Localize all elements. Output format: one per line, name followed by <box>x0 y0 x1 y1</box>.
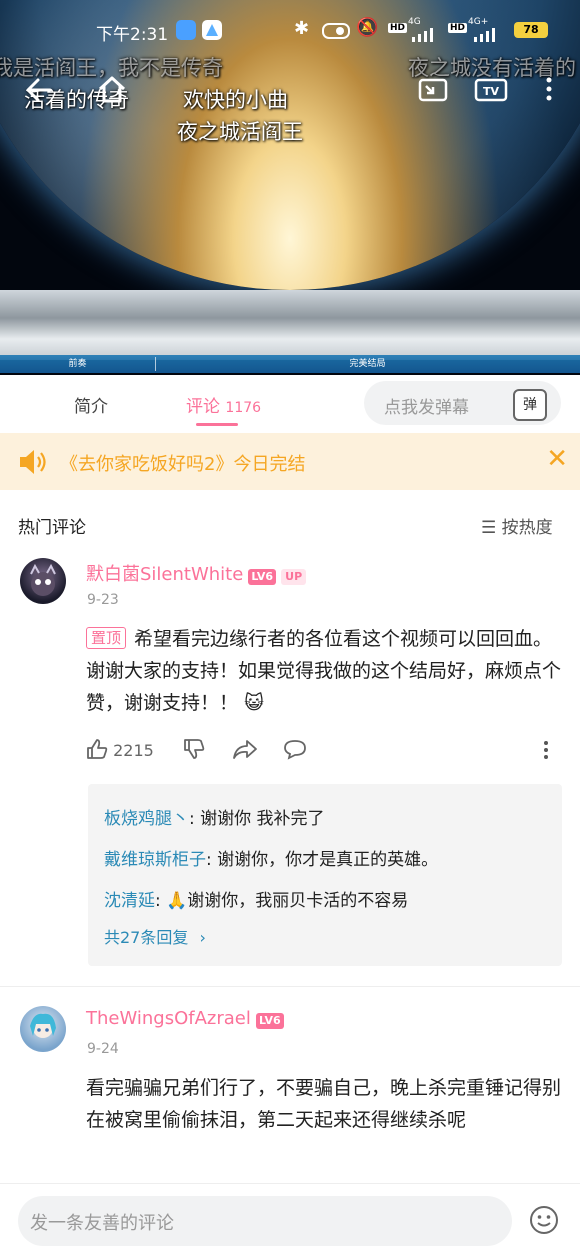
chevron-right-icon: › <box>199 928 206 947</box>
danmaku-input[interactable]: 点我发弹幕 弹 <box>364 381 561 425</box>
dislike-button[interactable] <box>183 738 205 764</box>
content-tabs: 简介 评论 1176 点我发弹幕 弹 <box>0 375 580 431</box>
level-badge: LV6 <box>255 1013 284 1029</box>
share-icon <box>233 740 257 759</box>
notice-text: 《去你家吃饭好吗2》今日完结 <box>60 454 306 475</box>
mute-icon: 🔕 <box>356 17 379 38</box>
pinned-badge: 置顶 <box>86 627 127 649</box>
cat-emoji-icon: 😺 <box>244 692 264 714</box>
signal-icon-2 <box>474 27 504 46</box>
segment-progress-bar[interactable]: 前奏 完美结局 <box>0 355 580 373</box>
comment-bubble-icon <box>284 740 306 760</box>
close-icon[interactable]: ✕ <box>546 444 568 474</box>
tab-underline <box>196 423 238 426</box>
reply-username[interactable]: 板烧鸡腿丶 <box>104 809 189 829</box>
video-frame-clouds <box>0 290 580 360</box>
app-notification-icon-2 <box>202 20 222 40</box>
reply-username[interactable]: 沈清延 <box>104 891 155 911</box>
more-replies-label: 共27条回复 <box>104 928 189 947</box>
segment-ending[interactable]: 完美结局 <box>155 355 580 373</box>
danmaku-text: 夜之城活阎王 <box>177 120 303 144</box>
cast-tv-icon[interactable]: TV <box>474 76 508 108</box>
comment-text: 希望看完边缘行者的各位看这个视频可以回回血。谢谢大家的支持！如果觉得我做的这个结… <box>86 628 562 714</box>
reply-button[interactable] <box>282 738 308 764</box>
video-player[interactable]: 前奏 完美结局 下午2:31 ✱ 🔕 HD 4G HD 4G+ 78 我是活阎王… <box>0 0 580 375</box>
hot-comments-title: 热门评论 <box>18 518 86 538</box>
username[interactable]: TheWingsOfAzrael <box>86 1008 251 1029</box>
reply-item[interactable]: 戴维琼斯柜子: 谢谢你，你才是真正的英雄。 <box>104 845 438 870</box>
share-button[interactable] <box>232 738 258 764</box>
more-options-icon[interactable] <box>544 76 554 108</box>
comment-date: 9-23 <box>87 592 119 608</box>
picture-in-picture-icon[interactable] <box>418 78 448 108</box>
avatar[interactable] <box>20 558 66 604</box>
comment-header: TheWingsOfAzrael LV6 <box>86 1008 284 1029</box>
thumbs-up-icon <box>87 739 108 759</box>
thumbs-down-icon <box>184 739 205 759</box>
app-notification-icon <box>176 20 196 40</box>
comment-placeholder: 发一条友善的评论 <box>30 1213 174 1234</box>
danmaku-text: 欢快的小曲 <box>183 88 288 112</box>
reply-item[interactable]: 沈清延: 🙏谢谢你，我丽贝卡活的不容易 <box>104 886 408 911</box>
reply-text: : 谢谢你，你才是真正的英雄。 <box>206 850 439 870</box>
bluetooth-icon: ✱ <box>294 18 310 39</box>
emoji-icon[interactable] <box>529 1205 559 1235</box>
tab-intro[interactable]: 简介 <box>74 392 108 417</box>
signal-icon-1 <box>412 27 442 46</box>
back-arrow-icon[interactable] <box>24 76 54 108</box>
reply-text: : 🙏谢谢你，我丽贝卡活的不容易 <box>155 891 409 911</box>
sort-list-icon: ☰ <box>481 518 497 538</box>
tab-comments[interactable]: 评论 1176 <box>186 392 261 417</box>
like-button[interactable]: 2215 <box>86 738 154 760</box>
comment-input-bar: 发一条友善的评论 <box>0 1183 580 1258</box>
status-time: 下午2:31 <box>96 25 169 45</box>
danmaku-placeholder: 点我发弹幕 <box>384 398 469 418</box>
hd-icon: HD <box>388 23 408 33</box>
avatar[interactable] <box>20 1006 66 1052</box>
reply-item[interactable]: 板烧鸡腿丶: 谢谢你 我补完了 <box>104 804 325 829</box>
danmaku-toggle-button[interactable]: 弹 <box>513 389 547 421</box>
toggle-icon <box>322 23 350 39</box>
tab-comments-label: 评论 <box>186 397 220 417</box>
comment-date: 9-24 <box>87 1041 119 1057</box>
reply-username[interactable]: 戴维琼斯柜子 <box>104 850 206 870</box>
network-label-1: 4G <box>408 17 421 27</box>
like-count: 2215 <box>113 741 154 760</box>
network-label-2: 4G+ <box>468 17 489 27</box>
comment-text: 看完骗骗兄弟们行了，不要骗自己，晚上杀完重锤记得别在被窝里偷偷抹泪，第二天起来还… <box>86 1077 562 1131</box>
view-all-replies-link[interactable]: 共27条回复 › <box>104 924 206 948</box>
comment-body: 置顶 希望看完边缘行者的各位看这个视频可以回回血。谢谢大家的支持！如果觉得我做的这… <box>86 623 564 719</box>
sort-label: 按热度 <box>501 518 553 538</box>
hd-icon-2: HD <box>448 23 468 33</box>
segment-intro[interactable]: 前奏 <box>0 355 155 373</box>
sort-button[interactable]: ☰ 按热度 <box>481 513 553 538</box>
reply-preview-box[interactable]: 板烧鸡腿丶: 谢谢你 我补完了 戴维琼斯柜子: 谢谢你，你才是真正的英雄。 沈清… <box>88 784 562 966</box>
comment-count: 1176 <box>225 400 262 416</box>
comment-header: 默白菌SilentWhite LV6 UP <box>86 560 307 586</box>
comment-input[interactable]: 发一条友善的评论 <box>18 1196 512 1246</box>
up-badge: UP <box>281 569 307 585</box>
speaker-icon <box>18 448 48 480</box>
battery-icon: 78 <box>514 22 548 38</box>
comment-more-icon[interactable] <box>542 740 550 764</box>
level-badge: LV6 <box>248 569 277 585</box>
reply-text: : 谢谢你 我补完了 <box>189 809 325 829</box>
username[interactable]: 默白菌SilentWhite <box>86 564 243 585</box>
notice-bar[interactable]: 《去你家吃饭好吗2》今日完结 ✕ <box>0 433 580 490</box>
divider <box>0 986 580 987</box>
home-icon[interactable] <box>96 74 128 108</box>
svg-text:TV: TV <box>483 85 500 98</box>
